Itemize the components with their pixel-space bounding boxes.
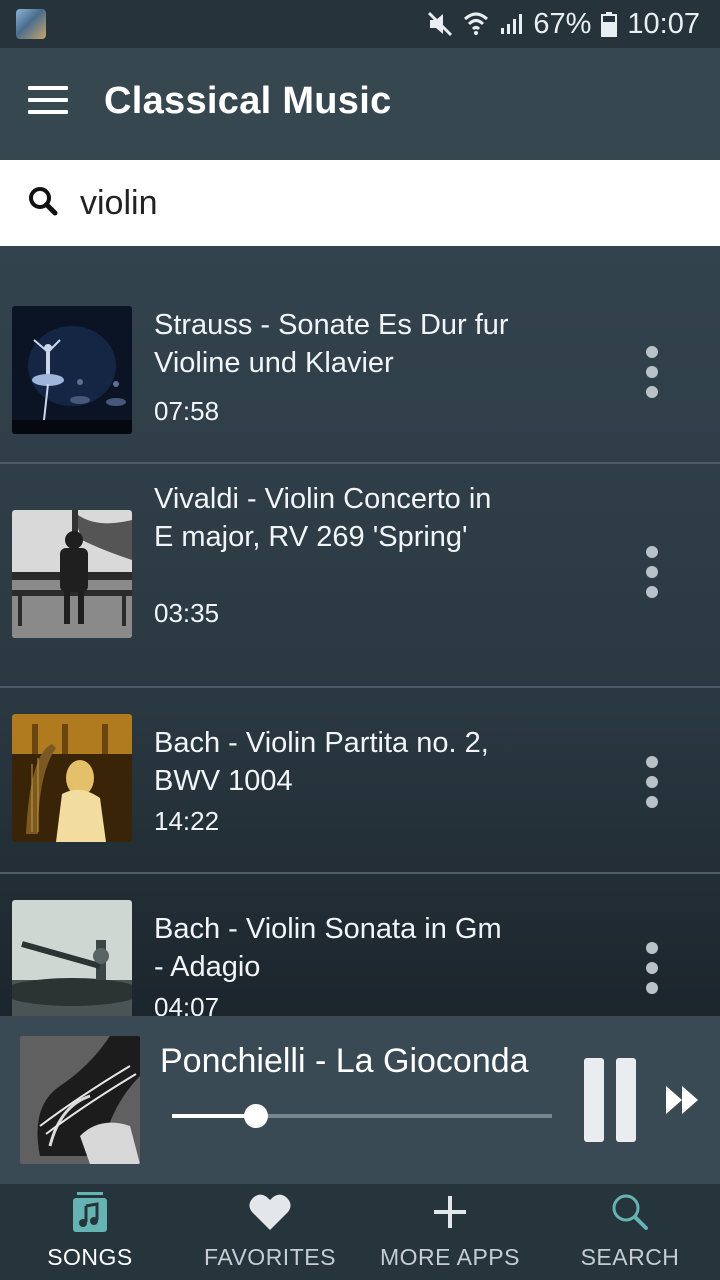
music-note-icon: [73, 1192, 107, 1232]
song-artwork: [12, 714, 132, 842]
heart-icon: [249, 1194, 291, 1230]
more-options-icon[interactable]: [640, 756, 664, 816]
pause-icon[interactable]: [584, 1058, 638, 1142]
now-playing-bar: Ponchielli - La Gioconda: [0, 1016, 720, 1184]
progress-handle[interactable]: [243, 1104, 268, 1128]
now-playing-artwork: [20, 1036, 140, 1164]
plus-icon: [434, 1196, 466, 1228]
more-options-icon[interactable]: [640, 346, 664, 406]
now-playing-title: Ponchielli - La Gioconda: [160, 1042, 529, 1080]
song-duration: 04:07: [154, 992, 220, 1016]
tab-search[interactable]: SEARCH: [540, 1184, 720, 1280]
song-title: Strauss - Sonate Es Dur fur Violine und …: [154, 309, 509, 379]
search-icon: [612, 1194, 648, 1230]
tab-favorites[interactable]: FAVORITES: [180, 1184, 360, 1280]
app-notification-icon: [16, 9, 46, 39]
song-duration: 07:58: [154, 396, 220, 426]
song-artwork: [12, 510, 132, 638]
song-artwork: [12, 306, 132, 434]
list-item[interactable]: Strauss - Sonate Es Dur fur Violine und …: [0, 292, 720, 464]
list-item[interactable]: Vivaldi - Violin Concerto in E major, RV…: [0, 464, 720, 688]
more-options-icon[interactable]: [640, 942, 664, 1002]
list-item[interactable]: Bach - Violin Partita no. 2, BWV 1004 14…: [0, 688, 720, 874]
search-bar: [0, 160, 720, 246]
status-bar: 67% 10:07: [0, 0, 720, 48]
song-list[interactable]: Strauss - Sonate Es Dur fur Violine und …: [0, 246, 720, 1016]
search-input[interactable]: [78, 172, 682, 234]
bottom-navigation: SONGS FAVORITES MORE APPS SEARCH: [0, 1184, 720, 1280]
mute-icon: [428, 11, 453, 37]
song-artwork: [12, 900, 132, 1016]
battery-percent: 67%: [533, 7, 592, 40]
hamburger-menu-icon[interactable]: [28, 86, 68, 116]
search-icon[interactable]: [28, 186, 58, 216]
list-item[interactable]: Bach - Violin Sonata in Gm - Adagio 04:0…: [0, 874, 720, 1016]
battery-icon: [601, 12, 618, 37]
song-duration: 03:35: [154, 598, 220, 628]
tab-label: SEARCH: [580, 1244, 680, 1270]
clock: 10:07: [627, 7, 700, 40]
tab-more-apps[interactable]: MORE APPS: [360, 1184, 540, 1280]
tab-label: MORE APPS: [380, 1244, 520, 1270]
app-bar: Classical Music: [0, 48, 720, 160]
tab-label: SONGS: [47, 1244, 133, 1270]
fast-forward-icon[interactable]: [664, 1084, 700, 1116]
song-title: Vivaldi - Violin Concerto in E major, RV…: [154, 483, 492, 553]
page-title: Classical Music: [104, 80, 392, 122]
signal-icon: [501, 14, 523, 34]
wifi-icon: [464, 12, 489, 35]
more-options-icon[interactable]: [640, 546, 664, 606]
song-title: Bach - Violin Partita no. 2, BWV 1004: [154, 727, 489, 797]
song-duration: 14:22: [154, 806, 220, 836]
tab-label: FAVORITES: [204, 1244, 336, 1270]
progress-slider[interactable]: [172, 1104, 552, 1128]
tab-songs[interactable]: SONGS: [0, 1184, 180, 1280]
song-title: Bach - Violin Sonata in Gm - Adagio: [154, 913, 502, 983]
